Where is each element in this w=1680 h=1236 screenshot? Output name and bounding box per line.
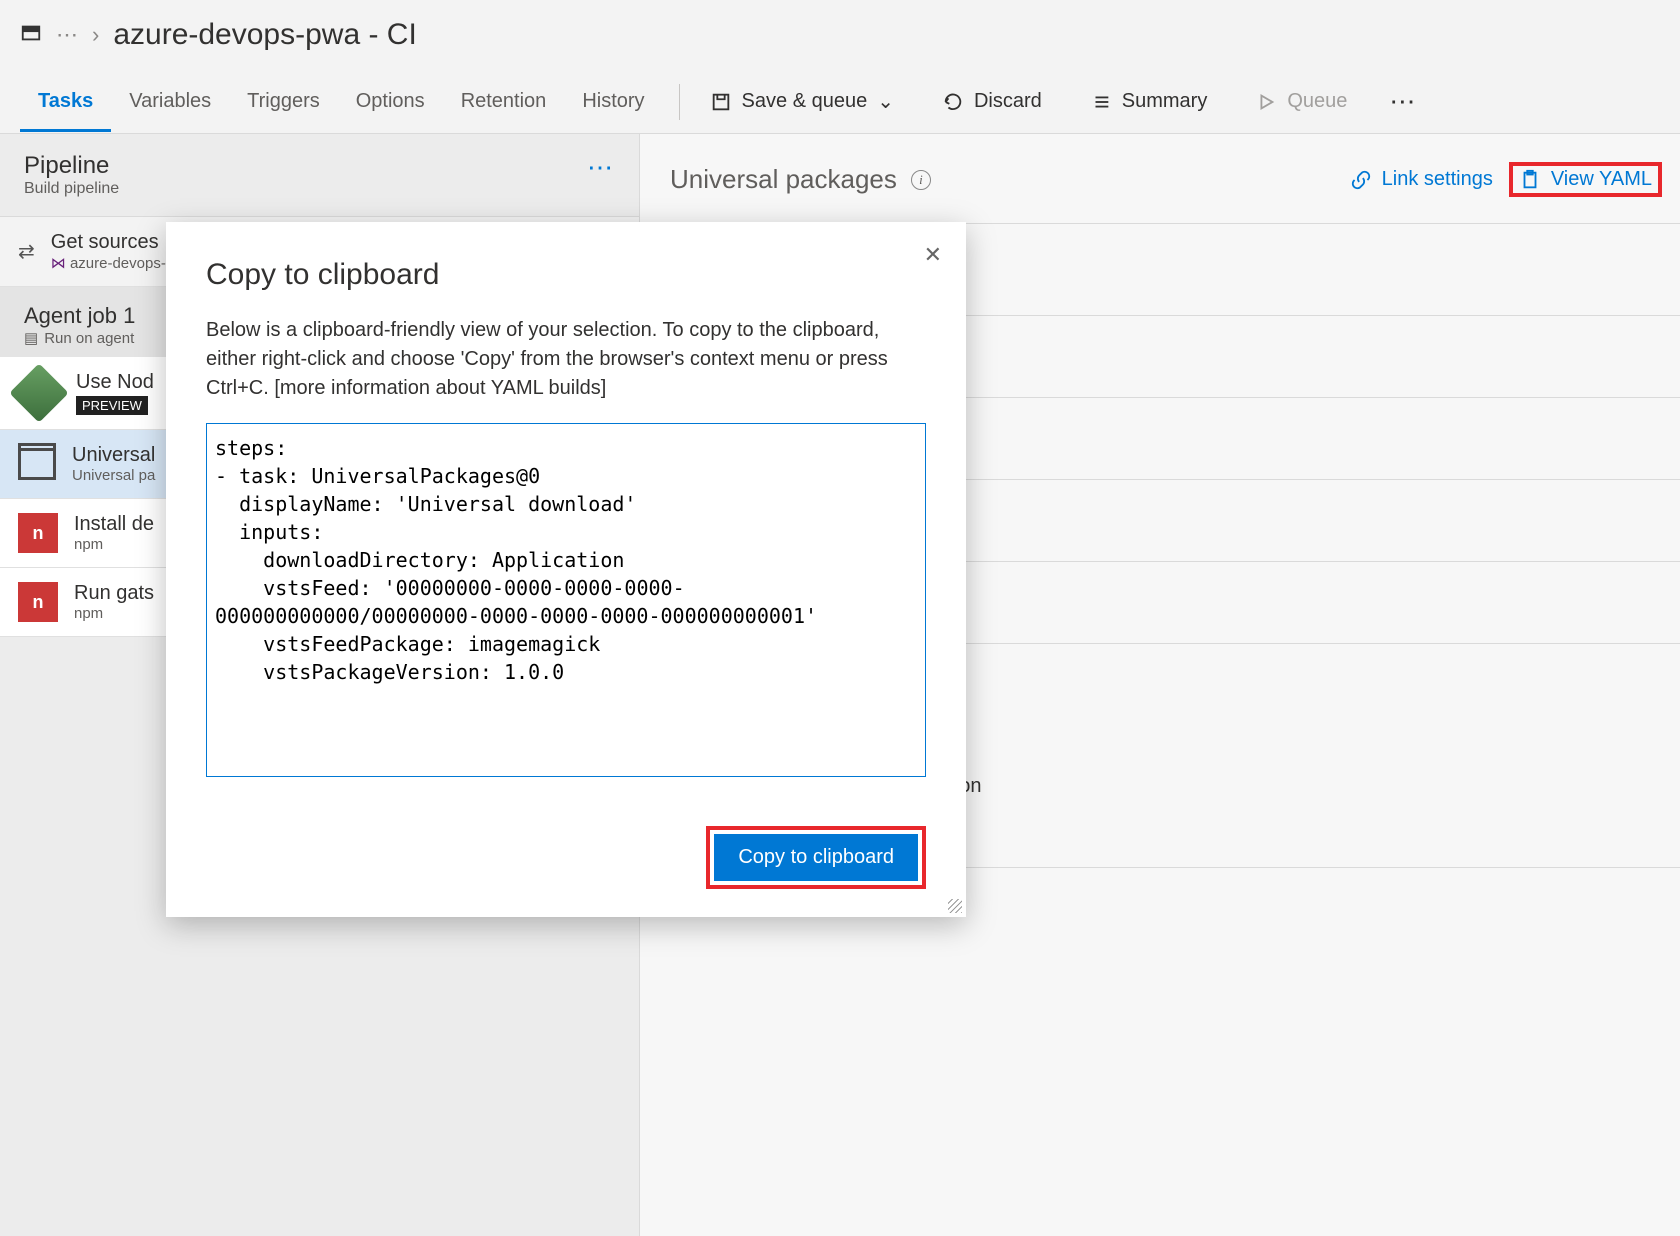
summary-button[interactable]: Summary [1076, 80, 1222, 123]
tab-tasks[interactable]: Tasks [20, 72, 111, 132]
tab-bar: Tasks Variables Triggers Options Retenti… [0, 70, 1680, 134]
task-install-sub: npm [74, 536, 154, 553]
more-button[interactable]: ⋯ [1375, 76, 1429, 127]
page-title[interactable]: azure-devops-pwa - CI [113, 18, 416, 52]
queue-button: Queue [1241, 80, 1361, 123]
tab-options[interactable]: Options [338, 72, 443, 132]
npm-icon: n [18, 513, 58, 553]
yaml-textarea[interactable] [206, 423, 926, 777]
package-icon [18, 448, 56, 480]
pipeline-header[interactable]: Pipeline Build pipeline ⋯ [0, 134, 639, 216]
view-yaml-button[interactable]: View YAML [1519, 168, 1652, 191]
divider [679, 84, 680, 120]
pipeline-more-button[interactable]: ⋯ [587, 152, 615, 183]
close-button[interactable]: ✕ [924, 242, 942, 268]
task-gatsby-title: Run gats [74, 582, 154, 605]
breadcrumb-ellipsis[interactable]: ⋯ [56, 22, 78, 48]
task-install-title: Install de [74, 513, 154, 536]
link-icon [1350, 169, 1372, 191]
repo-name: azure-devops- [70, 255, 166, 272]
project-icon[interactable] [20, 22, 42, 49]
info-icon[interactable]: i [911, 170, 931, 190]
panel-title: Universal packages i [670, 164, 931, 195]
clipboard-icon [1519, 169, 1541, 191]
sources-icon: ⇄ [18, 239, 35, 264]
get-sources-label: Get sources [51, 231, 166, 254]
npm-icon: n [18, 582, 58, 622]
link-settings-button[interactable]: Link settings [1350, 168, 1493, 191]
tab-variables[interactable]: Variables [111, 72, 229, 132]
chevron-right-icon: › [92, 22, 99, 48]
view-yaml-highlight: View YAML [1509, 162, 1662, 197]
server-icon: ▤ [24, 329, 38, 347]
copy-button-highlight: Copy to clipboard [706, 826, 926, 889]
save-and-queue-button[interactable]: Save & queue ⌄ [696, 79, 908, 124]
tab-triggers[interactable]: Triggers [229, 72, 338, 132]
play-icon [1255, 91, 1277, 113]
tab-history[interactable]: History [564, 72, 662, 132]
task-universal-sub: Universal pa [72, 467, 155, 484]
breadcrumb: ⋯ › azure-devops-pwa - CI [0, 0, 1680, 70]
list-icon [1090, 91, 1112, 113]
modal-title: Copy to clipboard [206, 258, 926, 292]
resize-grip[interactable] [948, 899, 962, 913]
pipeline-subtitle: Build pipeline [24, 180, 119, 198]
task-node-title: Use Nod [76, 371, 154, 394]
save-icon [710, 91, 732, 113]
agent-job-subtitle: Run on agent [44, 330, 134, 347]
copy-to-clipboard-button[interactable]: Copy to clipboard [714, 834, 918, 881]
copy-clipboard-modal: ✕ Copy to clipboard Below is a clipboard… [166, 222, 966, 917]
tab-retention[interactable]: Retention [443, 72, 565, 132]
modal-description: Below is a clipboard-friendly view of yo… [206, 316, 926, 403]
discard-button[interactable]: Discard [928, 80, 1056, 123]
preview-badge: PREVIEW [76, 396, 148, 415]
chevron-down-icon: ⌄ [877, 89, 894, 114]
task-gatsby-sub: npm [74, 605, 154, 622]
undo-icon [942, 91, 964, 113]
pipeline-title: Pipeline [24, 152, 119, 180]
task-universal-title: Universal [72, 444, 155, 467]
node-icon [9, 363, 68, 422]
